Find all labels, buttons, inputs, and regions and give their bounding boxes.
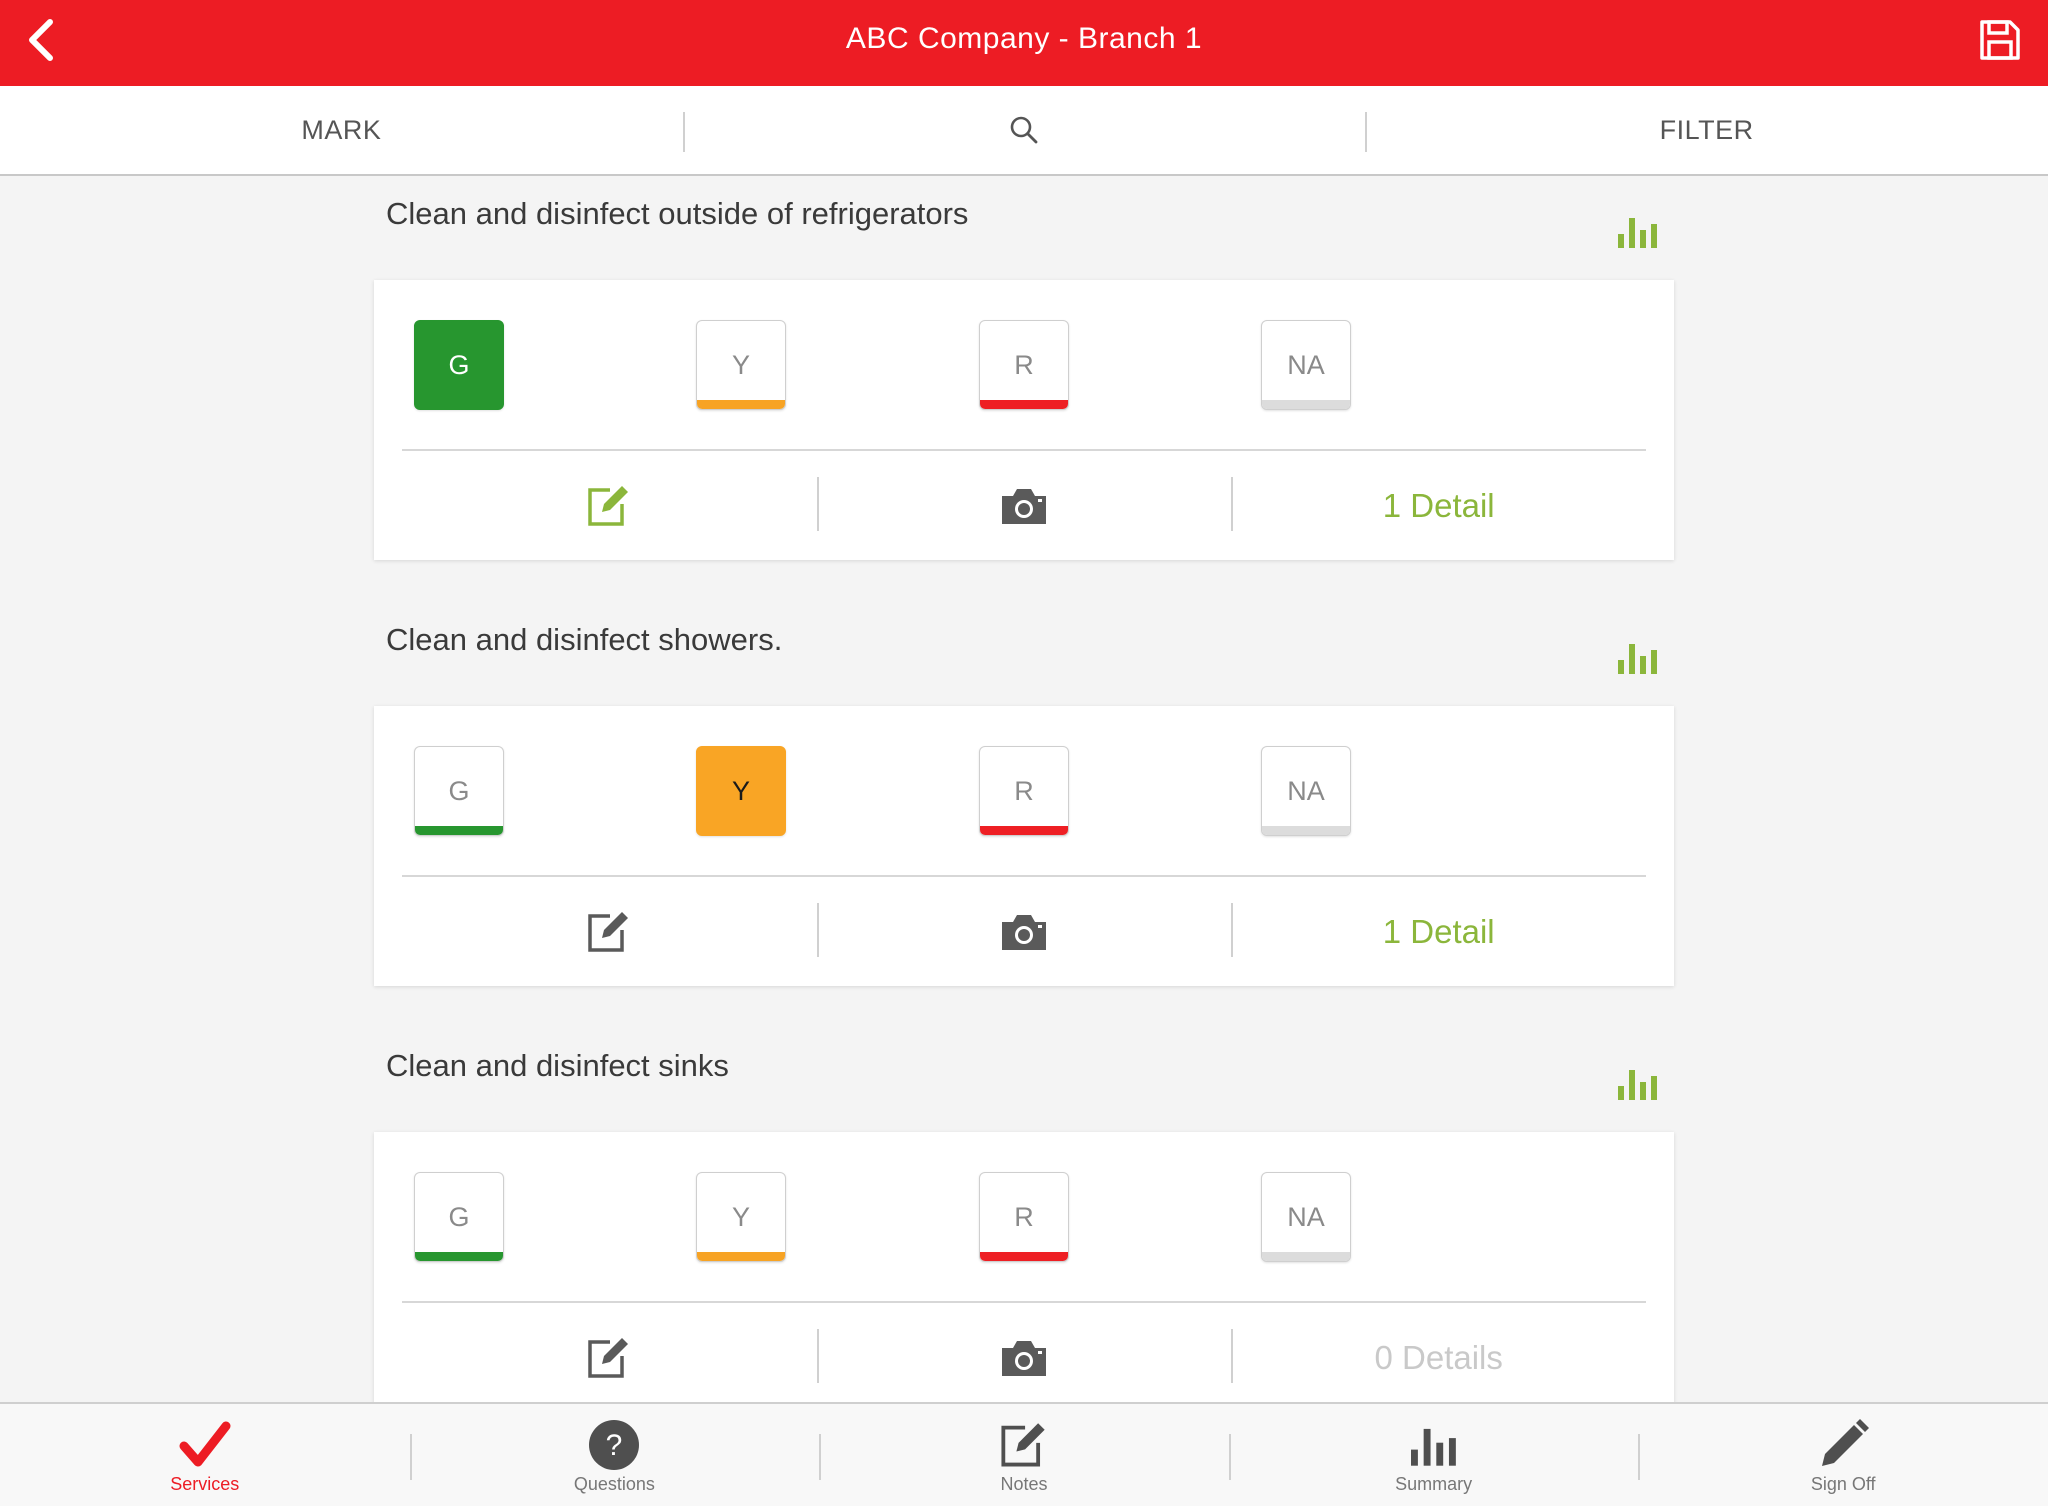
add-photo-button[interactable] — [816, 451, 1232, 560]
grade-r-button[interactable]: R — [979, 1172, 1069, 1262]
add-photo-button[interactable] — [816, 1303, 1232, 1402]
bar-chart-icon — [1407, 1418, 1461, 1472]
question-list[interactable]: Clean and disinfect outside of refrigera… — [0, 176, 2048, 1402]
add-photo-button[interactable] — [816, 877, 1232, 986]
question-title: Clean and disinfect sinks — [386, 1048, 729, 1083]
grade-g-button[interactable]: G — [414, 746, 504, 836]
add-note-button[interactable] — [402, 451, 817, 560]
grade-r-button[interactable]: R — [979, 320, 1069, 410]
question-title: Clean and disinfect outside of refrigera… — [386, 196, 969, 231]
nav-label: Notes — [1000, 1474, 1048, 1494]
grade-y-button[interactable]: Y — [696, 1172, 786, 1262]
nav-questions[interactable]: ? Questions — [409, 1404, 820, 1506]
edit-note-icon — [588, 1337, 629, 1378]
details-link[interactable]: 1 Detail — [1231, 451, 1646, 560]
edit-note-icon — [588, 485, 629, 526]
search-icon — [1010, 116, 1038, 144]
details-link[interactable]: 0 Details — [1231, 1303, 1646, 1402]
card-actions: 1 Detail — [402, 451, 1646, 560]
nav-summary[interactable]: Summary — [1228, 1404, 1639, 1506]
grade-r-button[interactable]: R — [979, 746, 1069, 836]
search-button[interactable] — [682, 86, 1366, 174]
bar-chart-icon[interactable] — [1618, 212, 1658, 248]
details-count: 0 Details — [1374, 1338, 1503, 1376]
action-toolbar: MARK FILTER — [0, 86, 2048, 176]
top-app-bar: ABC Company - Branch 1 — [0, 0, 2048, 86]
grade-g-button[interactable]: G — [414, 1172, 504, 1262]
question-title: Clean and disinfect showers. — [386, 622, 783, 657]
question-card: G Y R NA — [374, 706, 1674, 986]
question-card: G Y R NA — [374, 280, 1674, 560]
add-note-button[interactable] — [402, 877, 817, 986]
bar-chart-icon[interactable] — [1618, 1064, 1658, 1100]
nav-sign-off[interactable]: Sign Off — [1638, 1404, 2048, 1506]
nav-label: Sign Off — [1810, 1474, 1876, 1494]
question-circle-icon: ? — [587, 1418, 641, 1472]
grade-y-button[interactable]: Y — [696, 320, 786, 410]
camera-icon — [1002, 488, 1046, 524]
filter-button[interactable]: FILTER — [1365, 86, 2048, 174]
svg-text:?: ? — [606, 1429, 623, 1462]
mark-button[interactable]: MARK — [0, 86, 683, 174]
save-button[interactable] — [1978, 18, 2022, 62]
grade-y-button[interactable]: Y — [696, 746, 786, 836]
edit-note-icon — [997, 1418, 1051, 1472]
nav-label: Summary — [1395, 1474, 1473, 1494]
pencil-icon — [1816, 1418, 1870, 1472]
nav-label: Services — [170, 1474, 240, 1494]
bar-chart-icon[interactable] — [1618, 638, 1658, 674]
details-count: 1 Detail — [1382, 486, 1495, 524]
nav-label: Questions — [573, 1474, 655, 1494]
add-note-button[interactable] — [402, 1303, 817, 1402]
card-actions: 0 Details — [402, 1303, 1646, 1402]
page-title: ABC Company - Branch 1 — [845, 22, 1203, 55]
question-card: G Y R NA — [374, 1132, 1674, 1402]
grade-na-button[interactable]: NA — [1261, 1172, 1351, 1262]
nav-notes[interactable]: Notes — [819, 1404, 1229, 1506]
checkmark-icon — [178, 1418, 232, 1472]
details-link[interactable]: 1 Detail — [1231, 877, 1646, 986]
bottom-navigation: Services ? Questions Notes Summary Sign … — [0, 1402, 2048, 1506]
details-count: 1 Detail — [1382, 912, 1495, 950]
card-actions: 1 Detail — [402, 877, 1646, 986]
camera-icon — [1002, 1340, 1046, 1376]
grade-na-button[interactable]: NA — [1261, 746, 1351, 836]
edit-note-icon — [588, 911, 629, 952]
grade-na-button[interactable]: NA — [1261, 320, 1351, 410]
grade-g-button[interactable]: G — [414, 320, 504, 410]
camera-icon — [1002, 914, 1046, 950]
nav-services[interactable]: Services — [0, 1404, 410, 1506]
floppy-disk-icon — [1980, 20, 2020, 60]
